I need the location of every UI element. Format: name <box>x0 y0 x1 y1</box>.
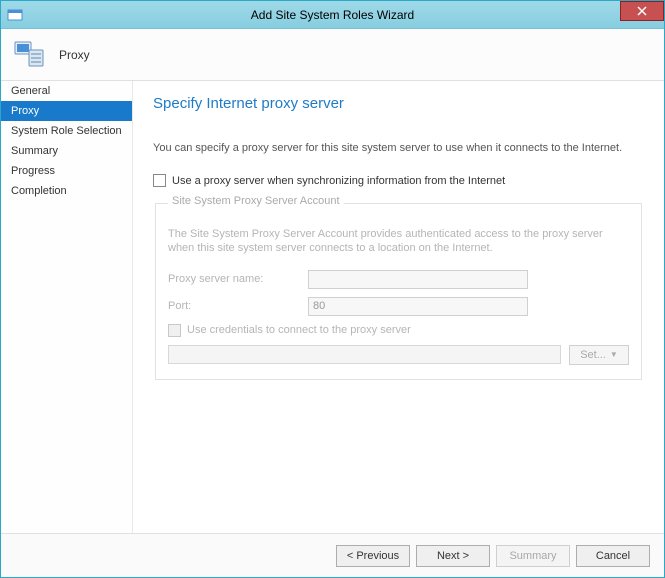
use-credentials-label: Use credentials to connect to the proxy … <box>187 324 411 336</box>
use-credentials-checkbox <box>168 324 181 337</box>
sidebar-item-label: Completion <box>11 185 67 197</box>
header: Proxy <box>1 29 664 81</box>
summary-button: Summary <box>496 545 570 567</box>
previous-button[interactable]: < Previous <box>336 545 410 567</box>
group-description: The Site System Proxy Server Account pro… <box>168 227 629 256</box>
header-label: Proxy <box>59 48 90 62</box>
sidebar-item-label: System Role Selection <box>11 125 122 137</box>
proxy-name-input <box>308 270 528 289</box>
group-title: Site System Proxy Server Account <box>168 195 344 207</box>
cancel-button[interactable]: Cancel <box>576 545 650 567</box>
wizard-window: Add Site System Roles Wizard Proxy Gener… <box>0 0 665 578</box>
proxy-name-label: Proxy server name: <box>168 273 308 285</box>
use-proxy-checkbox[interactable] <box>153 174 166 187</box>
sidebar-item-label: General <box>11 85 50 97</box>
sidebar: General Proxy System Role Selection Summ… <box>1 81 133 533</box>
use-proxy-row[interactable]: Use a proxy server when synchronizing in… <box>153 174 644 187</box>
sidebar-item-progress[interactable]: Progress <box>1 161 132 181</box>
summary-label: Summary <box>509 550 556 562</box>
page-title: Specify Internet proxy server <box>153 95 644 112</box>
sidebar-item-label: Proxy <box>11 105 39 117</box>
cancel-label: Cancel <box>596 550 630 562</box>
sidebar-item-general[interactable]: General <box>1 81 132 101</box>
page-description: You can specify a proxy server for this … <box>153 142 644 154</box>
body: General Proxy System Role Selection Summ… <box>1 81 664 533</box>
port-label: Port: <box>168 300 308 312</box>
sidebar-item-completion[interactable]: Completion <box>1 181 132 201</box>
sidebar-item-system-role-selection[interactable]: System Role Selection <box>1 121 132 141</box>
next-label: Next > <box>437 550 469 562</box>
window-title: Add Site System Roles Wizard <box>1 8 664 22</box>
chevron-down-icon: ▼ <box>610 350 618 359</box>
proxy-server-icon <box>11 36 49 74</box>
proxy-account-group: Site System Proxy Server Account The Sit… <box>153 197 644 380</box>
sidebar-item-summary[interactable]: Summary <box>1 141 132 161</box>
next-button[interactable]: Next > <box>416 545 490 567</box>
credentials-input <box>168 345 561 364</box>
port-input <box>308 297 528 316</box>
main-panel: Specify Internet proxy server You can sp… <box>133 81 664 533</box>
footer: < Previous Next > Summary Cancel <box>1 533 664 577</box>
titlebar: Add Site System Roles Wizard <box>1 1 664 29</box>
set-button-label: Set... <box>580 349 606 361</box>
sidebar-item-proxy[interactable]: Proxy <box>1 101 132 121</box>
set-credentials-button: Set... ▼ <box>569 345 629 365</box>
sidebar-item-label: Summary <box>11 145 58 157</box>
use-credentials-row: Use credentials to connect to the proxy … <box>168 324 629 337</box>
use-proxy-label: Use a proxy server when synchronizing in… <box>172 175 505 187</box>
close-button[interactable] <box>620 1 664 21</box>
sidebar-item-label: Progress <box>11 165 55 177</box>
previous-label: < Previous <box>347 550 399 562</box>
